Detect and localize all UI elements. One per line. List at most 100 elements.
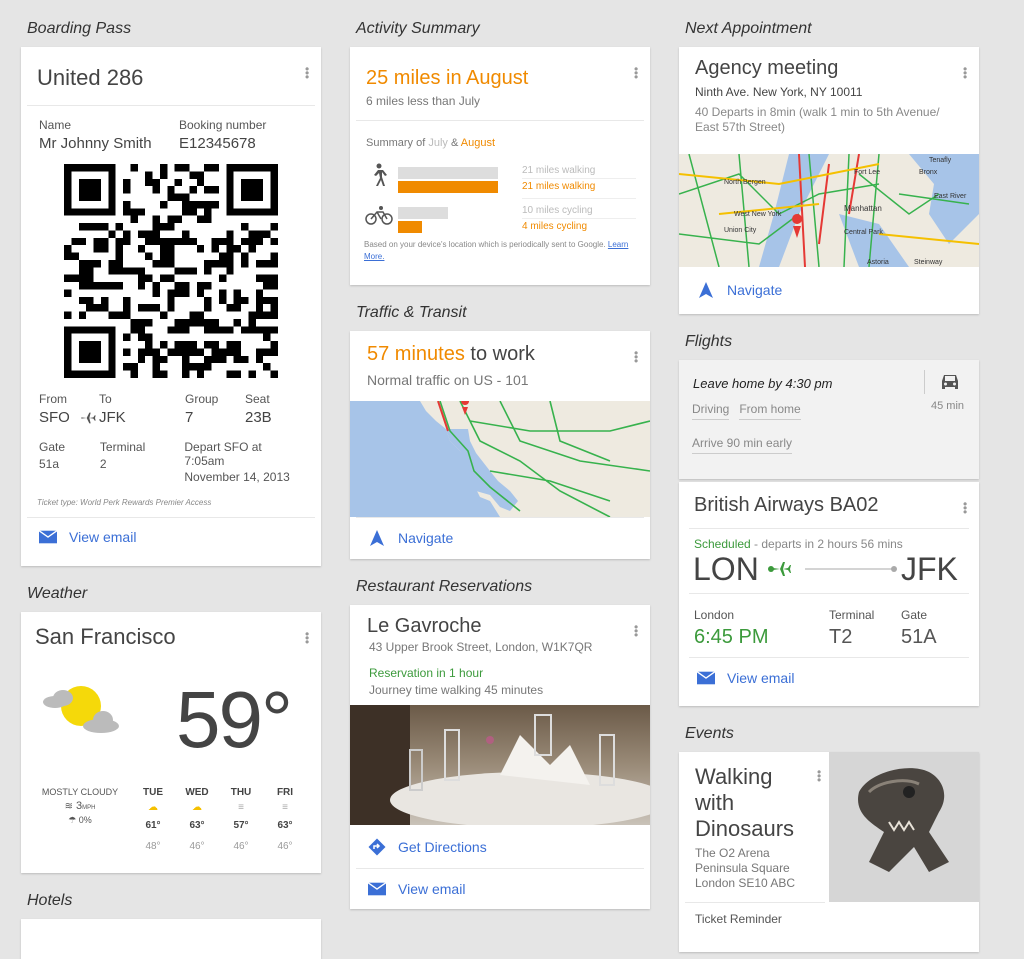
forecast-day: THU ≡ 57° 46° [227, 787, 255, 852]
leave-home-card[interactable]: Leave home by 4:30 pm Driving From home … [679, 360, 979, 479]
column-1: Boarding Pass • • • United 286 Name Mr Joh… [21, 0, 321, 959]
seat-value: 23B [245, 409, 272, 426]
email-icon [368, 882, 386, 896]
traffic-sub: Normal traffic on US - 101 [367, 372, 529, 388]
partly-cloudy-icon [43, 686, 119, 733]
forecast-high: 61° [145, 820, 161, 831]
column-2: Activity Summary • • • 25 miles in August … [350, 0, 650, 909]
forecast-day: FRI ≡ 63° 46° [271, 787, 299, 852]
new-york-map: North Bergen West New York Union City Ma… [679, 154, 979, 267]
overflow-menu-icon[interactable]: • • • [634, 347, 638, 367]
name-value: Mr Johnny Smith [39, 135, 152, 152]
overflow-menu-icon[interactable]: • • • [305, 63, 309, 83]
terminal-value: T2 [829, 626, 853, 648]
activity-summary-card[interactable]: • • • 25 miles in August 6 miles less than… [350, 47, 650, 285]
reservation-time: Reservation in 1 hour [369, 666, 484, 680]
from-home-chip[interactable]: From home [739, 402, 801, 420]
event-venue: The O2 Arena [695, 846, 770, 860]
wind-icon: ≋ [64, 801, 73, 812]
event-card[interactable]: • • • Walking with Dinosaurs The O2 Arena … [679, 752, 979, 952]
navigate-arrow-icon [699, 282, 713, 298]
boarding-pass-card[interactable]: • • • United 286 Name Mr Johnny Smith Book… [21, 47, 321, 566]
traffic-card[interactable]: • • • 57 minutes to work Normal traffic on… [350, 331, 650, 559]
map-label: Manhattan [844, 204, 882, 213]
map-label: Steinway [914, 259, 943, 266]
directions-icon [368, 838, 386, 856]
walk-july-label: 21 miles walking [522, 165, 636, 179]
forecast-day-label: TUE [143, 787, 163, 798]
fog-icon: ≡ [282, 802, 288, 813]
map-label: Astoria [867, 259, 889, 266]
view-email-button[interactable]: View email [350, 869, 465, 909]
journey-time: Journey time walking 45 minutes [369, 683, 544, 697]
fog-icon: ≡ [238, 802, 244, 813]
overflow-menu-icon[interactable]: • • • [634, 621, 638, 641]
events-section-title: Events [685, 725, 734, 742]
flight-card[interactable]: • • • British Airways BA02 Scheduled - dep… [679, 482, 979, 706]
seat-label: Seat [245, 392, 270, 406]
restaurant-card[interactable]: • • • Le Gavroche 43 Upper Brook Street, L… [350, 605, 650, 909]
current-temperature: 59° [176, 675, 293, 764]
activity-section-title: Activity Summary [356, 20, 480, 37]
hotels-section-title: Hotels [27, 892, 73, 909]
gate-label: Gate [39, 440, 66, 454]
flight-route [768, 562, 897, 576]
email-icon [39, 530, 57, 544]
appointment-card[interactable]: • • • Agency meeting Ninth Ave. New York, … [679, 47, 979, 314]
navigate-button[interactable]: Navigate [350, 517, 453, 559]
overflow-menu-icon[interactable]: • • • [963, 498, 967, 518]
event-title: Walking with Dinosaurs [695, 764, 795, 841]
view-email-button[interactable]: View email [21, 518, 321, 556]
walk-aug-bar [398, 181, 498, 193]
forecast-high: 57° [233, 820, 249, 831]
forecast-day: TUE ☁ 61° 48° [139, 787, 167, 852]
booking-value: E12345678 [179, 135, 256, 152]
overflow-menu-icon[interactable]: • • • [963, 63, 967, 83]
walk-aug-label: 21 miles walking [522, 181, 636, 199]
overflow-menu-icon[interactable]: • • • [817, 766, 821, 786]
leave-time: Leave home by 4:30 pm [693, 376, 833, 391]
cycling-icon [365, 206, 393, 225]
restaurant-section-title: Restaurant Reservations [356, 578, 533, 595]
navigate-button[interactable]: Navigate [679, 269, 782, 311]
depart-date: November 14, 2013 [184, 470, 290, 484]
destination-code: JFK [901, 551, 958, 587]
forecast-day-label: THU [230, 787, 252, 798]
group-label: Group [185, 392, 219, 406]
from-label: From [39, 392, 67, 406]
map-label: Fort Lee [854, 169, 880, 176]
to-value: JFK [99, 409, 126, 426]
group-value: 7 [185, 409, 194, 426]
terminal-label: Terminal [829, 608, 875, 622]
precipitation: 0% [78, 815, 92, 825]
cycle-aug-bar [398, 221, 422, 233]
overflow-menu-icon[interactable]: • • • [634, 63, 638, 83]
flights-section-title: Flights [685, 333, 733, 350]
weather-section-title: Weather [27, 585, 88, 602]
weather-condition: MOSTLY CLOUDY [41, 787, 119, 797]
depart-time: Depart SFO at 7:05am [184, 440, 262, 468]
gate-label: Gate [901, 608, 928, 622]
appointment-departs: 40 Departs in 8min (walk 1 min to 5th Av… [695, 105, 940, 134]
restaurant-address: 43 Upper Brook Street, London, W1K7QR [369, 640, 593, 654]
get-directions-button[interactable]: Get Directions [350, 827, 487, 867]
qr-code [64, 164, 278, 378]
forecast-low: 48° [145, 841, 161, 852]
gate-value: 51a [39, 457, 60, 471]
bay-area-map [350, 401, 650, 517]
hotels-card[interactable] [21, 919, 321, 959]
driving-chip[interactable]: Driving [692, 402, 730, 420]
ticket-type: Ticket type: World Perk Rewards Premier … [37, 498, 212, 507]
arrive-chip[interactable]: Arrive 90 min early [692, 436, 793, 454]
column-3: Next Appointment • • • Agency meeting Nint… [679, 0, 979, 952]
appointment-address: Ninth Ave. New York, NY 10011 [695, 85, 863, 99]
ticket-reminder: Ticket Reminder [695, 912, 782, 926]
overflow-menu-icon[interactable]: • • • [305, 628, 309, 648]
view-email-button[interactable]: View email [679, 658, 979, 698]
restaurant-photo [350, 705, 650, 825]
forecast-high: 63° [277, 820, 293, 831]
partly-cloudy-icon: ☁ [148, 802, 158, 813]
map-label: Union City [724, 227, 757, 234]
weather-card[interactable]: • • • San Francisco 59° MOSTLY CLOUDY ≋ 3 … [21, 612, 321, 873]
forecast-day-label: FRI [276, 787, 294, 798]
